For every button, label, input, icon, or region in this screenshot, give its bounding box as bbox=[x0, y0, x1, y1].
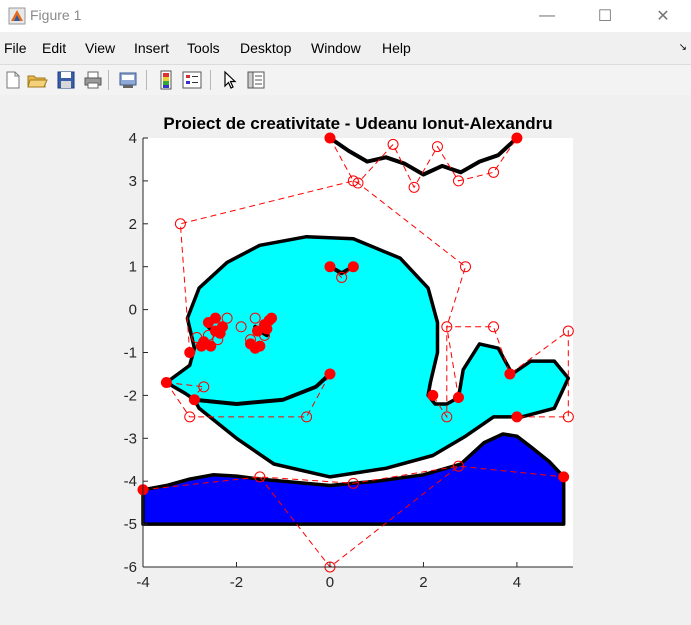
endpoint-marker bbox=[347, 261, 359, 273]
edit-plot-arrow-icon[interactable] bbox=[219, 69, 241, 91]
toolbar bbox=[0, 64, 691, 96]
menu-insert[interactable]: Insert bbox=[134, 40, 169, 56]
toolbar-separator bbox=[210, 70, 211, 90]
endpoint-marker bbox=[266, 312, 278, 324]
endpoint-marker bbox=[324, 132, 336, 144]
save-icon[interactable] bbox=[55, 69, 77, 91]
new-figure-icon[interactable] bbox=[2, 69, 24, 91]
endpoint-marker bbox=[504, 368, 516, 380]
endpoint-marker bbox=[558, 471, 570, 483]
maximize-button[interactable]: ☐ bbox=[582, 0, 628, 32]
y-tick-label: -1 bbox=[124, 345, 137, 362]
menu-edit[interactable]: Edit bbox=[42, 40, 66, 56]
menu-desktop[interactable]: Desktop bbox=[240, 40, 291, 56]
x-tick-label: 2 bbox=[419, 574, 427, 591]
figure-area: Proiect de creativitate - Udeanu Ionut-A… bbox=[0, 95, 691, 620]
y-tick-label: 2 bbox=[129, 216, 137, 233]
insert-legend-icon[interactable] bbox=[181, 69, 203, 91]
menu-help[interactable]: Help bbox=[382, 40, 411, 56]
title-bar: Figure 1 — ☐ ✕ bbox=[0, 0, 691, 32]
toolbar-separator bbox=[108, 70, 109, 90]
endpoint-marker bbox=[254, 340, 266, 352]
y-tick-label: -6 bbox=[124, 559, 137, 576]
endpoint-marker bbox=[261, 323, 273, 335]
endpoint-marker bbox=[511, 411, 523, 423]
endpoint-marker bbox=[209, 312, 221, 324]
endpoint-marker bbox=[511, 132, 523, 144]
dock-arrow-icon[interactable]: ↘ bbox=[679, 42, 687, 53]
y-tick-label: 0 bbox=[129, 302, 137, 319]
menu-bar: File Edit View Insert Tools Desktop Wind… bbox=[0, 36, 691, 62]
endpoint-marker bbox=[427, 389, 439, 401]
y-tick-label: 3 bbox=[129, 173, 137, 190]
minimize-button[interactable]: — bbox=[524, 0, 570, 32]
menu-window[interactable]: Window bbox=[311, 40, 361, 56]
x-tick-label: 4 bbox=[513, 574, 521, 591]
endpoint-marker bbox=[324, 368, 336, 380]
toolbar-separator bbox=[146, 70, 147, 90]
endpoint-marker bbox=[160, 377, 172, 389]
endpoint-marker bbox=[452, 392, 464, 404]
endpoint-marker bbox=[184, 347, 196, 358]
endpoint-marker bbox=[205, 340, 217, 352]
window-title: Figure 1 bbox=[30, 7, 82, 23]
endpoint-marker bbox=[216, 321, 228, 333]
property-inspector-icon[interactable] bbox=[245, 69, 267, 91]
open-file-icon[interactable] bbox=[26, 69, 48, 91]
menu-file[interactable]: File bbox=[4, 40, 27, 56]
x-tick-label: 0 bbox=[326, 574, 334, 591]
y-tick-label: -5 bbox=[124, 516, 137, 533]
y-tick-label: 1 bbox=[129, 259, 137, 276]
menu-view[interactable]: View bbox=[85, 40, 115, 56]
x-tick-label: -2 bbox=[230, 574, 243, 591]
print-icon[interactable] bbox=[82, 69, 104, 91]
y-tick-label: -4 bbox=[124, 473, 137, 490]
insert-colorbar-icon[interactable] bbox=[155, 69, 177, 91]
y-tick-label: 4 bbox=[129, 130, 137, 147]
close-button[interactable]: ✕ bbox=[640, 0, 686, 32]
matlab-app-icon bbox=[8, 7, 26, 25]
endpoint-marker bbox=[188, 394, 200, 406]
x-tick-label: -4 bbox=[136, 574, 149, 591]
y-tick-label: -3 bbox=[124, 430, 137, 447]
plot-title: Proiect de creativitate - Udeanu Ionut-A… bbox=[163, 114, 552, 133]
plot-svg[interactable]: Proiect de creativitate - Udeanu Ionut-A… bbox=[0, 95, 691, 620]
endpoint-marker bbox=[195, 340, 207, 352]
endpoint-marker bbox=[324, 261, 336, 273]
menu-tools[interactable]: Tools bbox=[187, 40, 220, 56]
print-preview-icon[interactable] bbox=[117, 69, 139, 91]
y-tick-label: -2 bbox=[124, 387, 137, 404]
